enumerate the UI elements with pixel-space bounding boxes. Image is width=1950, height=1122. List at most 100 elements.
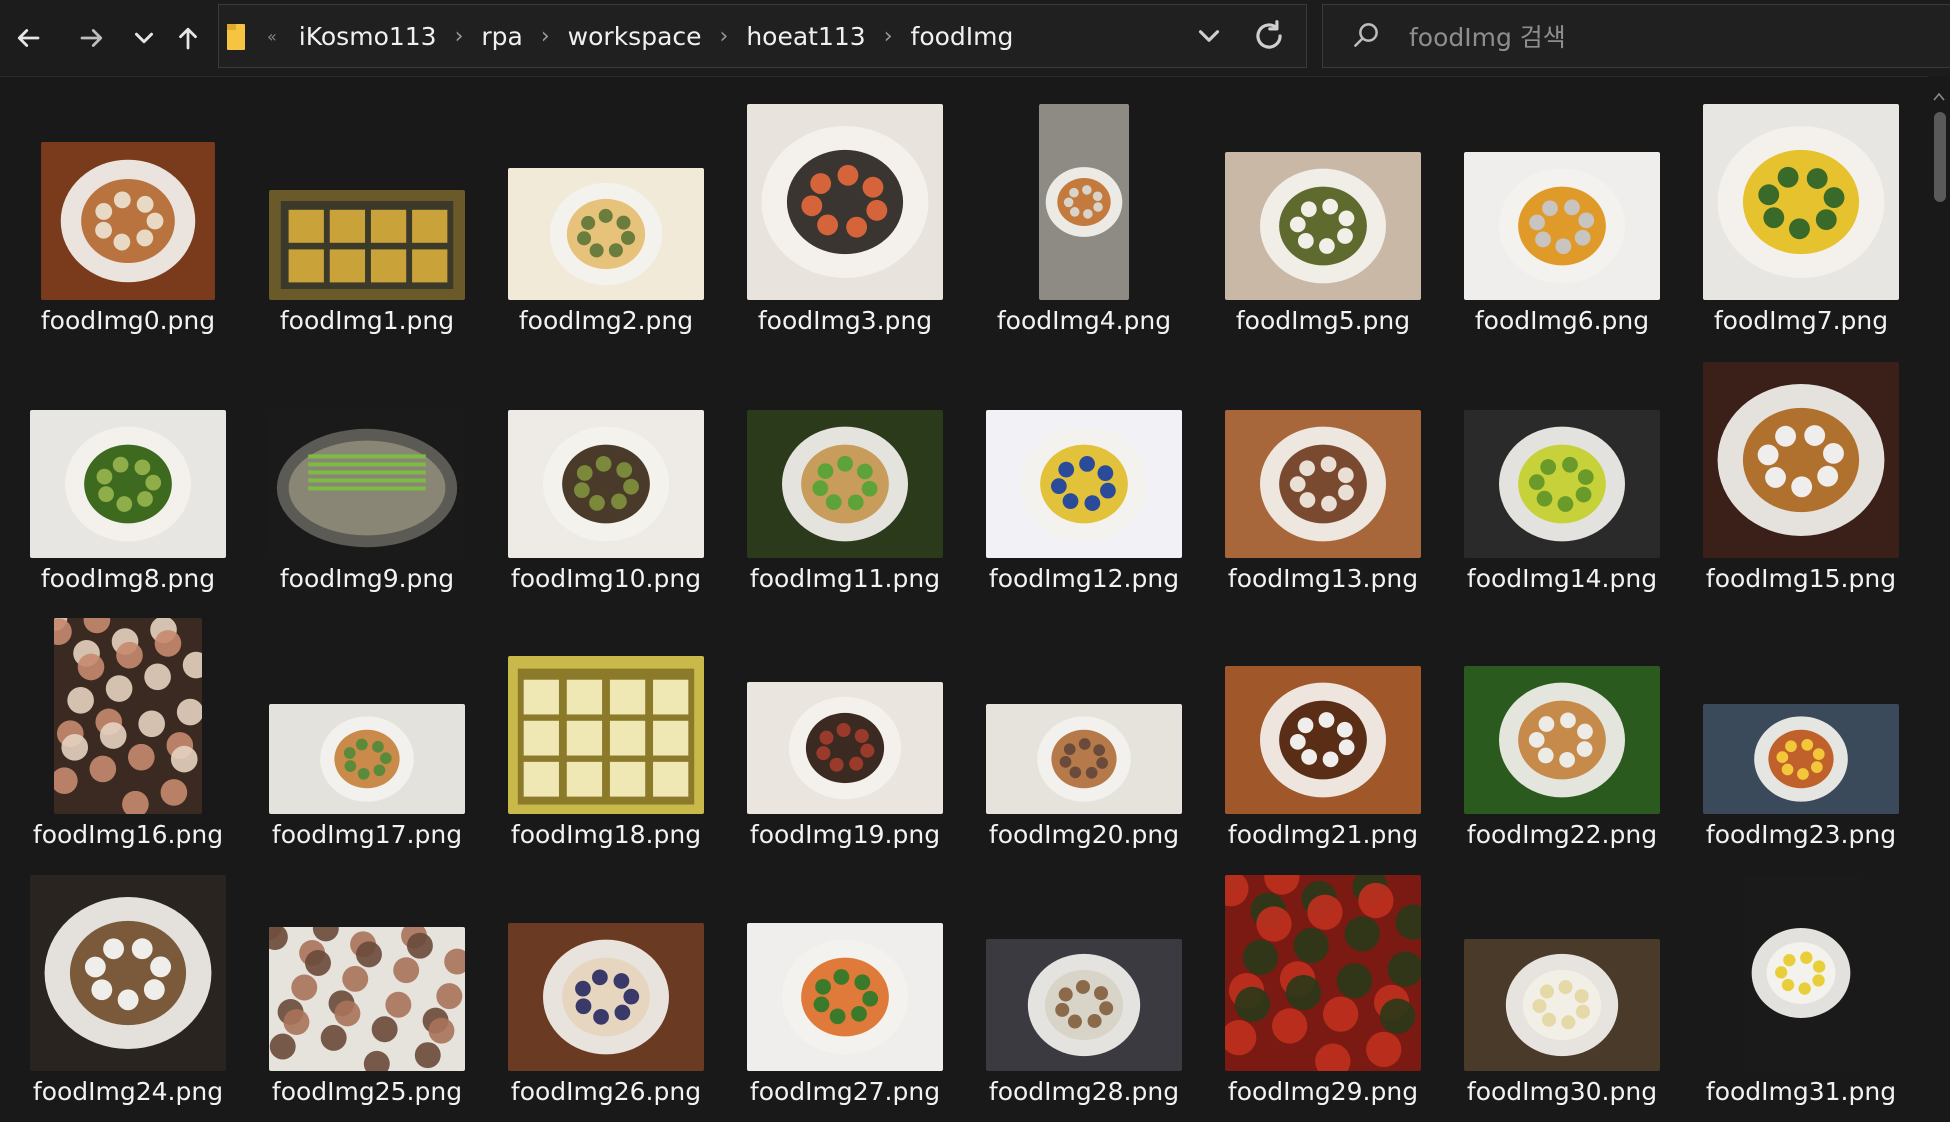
file-name-label: foodImg11.png [749, 564, 941, 593]
file-item[interactable]: foodImg29.png [1205, 861, 1441, 1116]
arrow-right-icon [80, 29, 103, 47]
forward-button[interactable] [72, 18, 112, 58]
file-item[interactable]: foodImg11.png [727, 348, 963, 603]
search-box[interactable] [1322, 4, 1950, 68]
thumbnail-frame [10, 604, 246, 814]
image-thumbnail [1703, 704, 1899, 814]
scrollbar-thumb[interactable] [1934, 112, 1946, 202]
chevron-right-icon[interactable]: › [541, 24, 550, 49]
breadcrumb-hoeat113[interactable]: hoeat113 [746, 22, 865, 51]
file-item[interactable]: foodImg9.png [249, 348, 485, 603]
thumbnail-frame [966, 861, 1202, 1071]
file-item[interactable]: foodImg0.png [10, 90, 246, 345]
file-item[interactable]: foodImg8.png [10, 348, 246, 603]
file-grid: foodImg0.png foodImg1.png foodImg2.png food… [0, 90, 1924, 1122]
file-name-label: foodImg16.png [32, 820, 224, 849]
file-name-label: foodImg26.png [510, 1077, 702, 1106]
file-name-label: foodImg5.png [1235, 306, 1411, 335]
file-item[interactable]: foodImg21.png [1205, 604, 1441, 859]
file-item[interactable]: foodImg6.png [1444, 90, 1680, 345]
file-name-label: foodImg23.png [1705, 820, 1897, 849]
file-item[interactable]: foodImg24.png [10, 861, 246, 1116]
chevron-right-icon[interactable]: › [455, 24, 464, 49]
thumbnail-frame [1683, 90, 1919, 300]
recent-locations-button[interactable] [124, 18, 164, 58]
refresh-icon[interactable] [1250, 17, 1288, 55]
thumbnail-frame [10, 90, 246, 300]
file-name-label: foodImg21.png [1227, 820, 1419, 849]
image-thumbnail [54, 618, 202, 814]
file-name-label: foodImg31.png [1705, 1077, 1897, 1106]
back-button[interactable] [8, 18, 48, 58]
breadcrumb-workspace[interactable]: workspace [568, 22, 702, 51]
thumbnail-frame [488, 90, 724, 300]
file-item[interactable]: foodImg26.png [488, 861, 724, 1116]
file-item[interactable]: foodImg1.png [249, 90, 485, 345]
image-thumbnail [269, 190, 465, 300]
image-thumbnail [986, 939, 1182, 1071]
file-item[interactable]: foodImg19.png [727, 604, 963, 859]
file-item[interactable]: foodImg30.png [1444, 861, 1680, 1116]
file-item[interactable]: foodImg7.png [1683, 90, 1919, 345]
thumbnail-frame [1683, 604, 1919, 814]
file-name-label: foodImg18.png [510, 820, 702, 849]
file-item[interactable]: foodImg10.png [488, 348, 724, 603]
file-name-label: foodImg3.png [757, 306, 933, 335]
vertical-scrollbar[interactable] [1928, 76, 1950, 1122]
image-thumbnail [508, 410, 704, 558]
thumbnail-frame [966, 90, 1202, 300]
file-name-label: foodImg14.png [1466, 564, 1658, 593]
up-button[interactable] [168, 18, 208, 58]
scroll-up-icon[interactable] [1932, 90, 1946, 102]
arrow-left-icon [17, 29, 40, 47]
file-item[interactable]: foodImg17.png [249, 604, 485, 859]
image-thumbnail [30, 875, 226, 1071]
file-item[interactable]: foodImg31.png [1683, 861, 1919, 1116]
image-thumbnail [1464, 152, 1660, 300]
file-name-label: foodImg0.png [40, 306, 216, 335]
toolbar: « iKosmo113 › rpa › workspace › hoeat113… [0, 0, 1950, 77]
search-input[interactable] [1407, 17, 1911, 57]
file-item[interactable]: foodImg14.png [1444, 348, 1680, 603]
file-item[interactable]: foodImg12.png [966, 348, 1202, 603]
chevron-right-icon[interactable]: › [720, 24, 729, 49]
breadcrumb-ikosmo113[interactable]: iKosmo113 [299, 22, 437, 51]
file-item[interactable]: foodImg20.png [966, 604, 1202, 859]
thumbnail-frame [727, 90, 963, 300]
image-thumbnail [747, 682, 943, 814]
chevron-right-icon[interactable]: › [884, 24, 893, 49]
file-name-label: foodImg27.png [749, 1077, 941, 1106]
file-item[interactable]: foodImg18.png [488, 604, 724, 859]
breadcrumb-rpa[interactable]: rpa [481, 22, 522, 51]
image-thumbnail [269, 704, 465, 814]
image-thumbnail [269, 410, 465, 558]
image-thumbnail [1464, 410, 1660, 558]
thumbnail-frame [1205, 348, 1441, 558]
breadcrumb-foodimg[interactable]: foodImg [911, 22, 1014, 51]
file-item[interactable]: foodImg2.png [488, 90, 724, 345]
file-item[interactable]: foodImg25.png [249, 861, 485, 1116]
file-name-label: foodImg13.png [1227, 564, 1419, 593]
file-name-label: foodImg29.png [1227, 1077, 1419, 1106]
file-item[interactable]: foodImg16.png [10, 604, 246, 859]
image-thumbnail [508, 656, 704, 814]
file-item[interactable]: foodImg23.png [1683, 604, 1919, 859]
file-name-label: foodImg20.png [988, 820, 1180, 849]
address-dropdown-icon[interactable] [1192, 19, 1226, 53]
file-item[interactable]: foodImg15.png [1683, 348, 1919, 603]
file-name-label: foodImg25.png [271, 1077, 463, 1106]
file-item[interactable]: foodImg27.png [727, 861, 963, 1116]
file-item[interactable]: foodImg22.png [1444, 604, 1680, 859]
address-bar[interactable]: « iKosmo113 › rpa › workspace › hoeat113… [218, 4, 1307, 68]
image-thumbnail [986, 704, 1182, 814]
file-item[interactable]: foodImg13.png [1205, 348, 1441, 603]
thumbnail-frame [1683, 348, 1919, 558]
overflow-icon[interactable]: « [267, 27, 277, 46]
file-name-label: foodImg7.png [1713, 306, 1889, 335]
file-item[interactable]: foodImg5.png [1205, 90, 1441, 345]
thumbnail-frame [1683, 861, 1919, 1071]
file-item[interactable]: foodImg3.png [727, 90, 963, 345]
file-item[interactable]: foodImg4.png [966, 90, 1202, 345]
file-item[interactable]: foodImg28.png [966, 861, 1202, 1116]
thumbnail-frame [1444, 604, 1680, 814]
